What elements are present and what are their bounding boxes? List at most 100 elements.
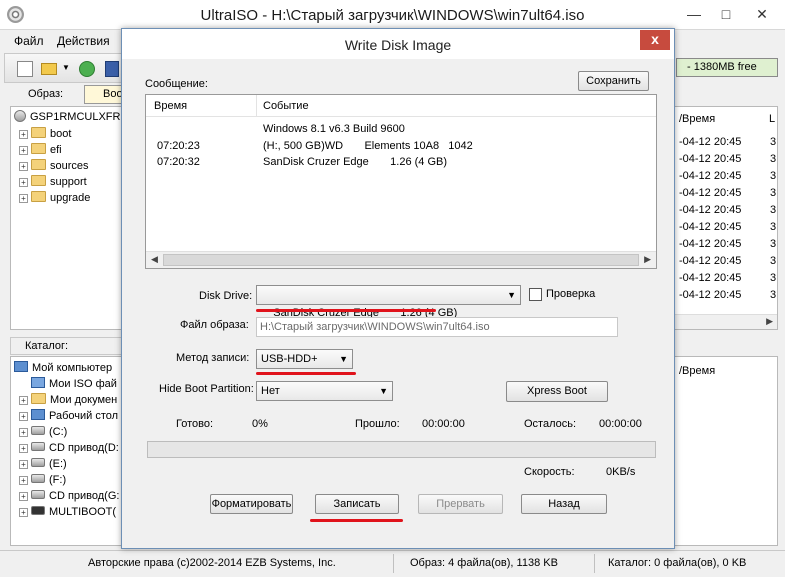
tree-item[interactable]: + boot <box>19 126 71 142</box>
catalog-item[interactable]: Мои ISO фай <box>19 376 117 392</box>
iso-file-list[interactable]: /Время L -04-12 20:45 -04-12 20:45 -04-1… <box>674 106 778 330</box>
file-row-time: -04-12 20:45 <box>679 187 742 199</box>
drive-icon <box>31 474 45 483</box>
save-icon[interactable] <box>105 61 119 77</box>
folder-icon <box>31 191 46 202</box>
tree-item[interactable]: + upgrade <box>19 190 90 206</box>
scroll-thumb[interactable] <box>163 254 639 266</box>
tree-item[interactable]: + sources <box>19 158 89 174</box>
folder-icon <box>31 159 46 170</box>
image-row: Образ: Boo <box>10 84 124 106</box>
image-file-field[interactable]: H:\Старый загрузчик\WINDOWS\win7ult64.is… <box>256 317 618 337</box>
verify-checkbox[interactable] <box>529 288 542 301</box>
expand-icon[interactable]: + <box>19 194 28 203</box>
maximize-icon[interactable]: □ <box>712 4 740 24</box>
dialog-close-button[interactable]: x <box>640 30 670 50</box>
dropdown-arrow-icon[interactable]: ▼ <box>62 63 70 72</box>
file-row-extra: 3 <box>770 204 777 216</box>
file-row-extra: 3 <box>770 153 777 165</box>
hide-boot-partition-select[interactable]: Нет ▼ <box>256 381 393 401</box>
catalog-item[interactable]: + CD привод(D: <box>19 440 119 456</box>
catalog-item[interactable]: + (F:) <box>19 472 66 488</box>
catalog-item[interactable]: + (E:) <box>19 456 67 472</box>
expand-icon[interactable]: + <box>19 412 28 421</box>
tree-item[interactable]: + efi <box>19 142 62 158</box>
save-log-button[interactable]: Сохранить <box>578 71 649 91</box>
expand-icon[interactable]: + <box>19 460 28 469</box>
write-button[interactable]: Записать <box>315 494 399 514</box>
scroll-right-icon[interactable]: ▶ <box>766 316 773 327</box>
catalog-item[interactable]: + CD привод(G: <box>19 488 119 504</box>
expand-icon[interactable]: + <box>19 130 28 139</box>
file-row-extra: 3 <box>770 221 777 233</box>
highlight-underline <box>256 309 436 312</box>
file-row-extra: 3 <box>770 272 777 284</box>
column-header-time[interactable]: /Время <box>679 111 715 128</box>
menu-actions[interactable]: Действия <box>57 34 110 48</box>
close-icon[interactable]: ✕ <box>748 4 776 24</box>
expand-icon[interactable]: + <box>19 444 28 453</box>
catalog-file-list[interactable]: /Время <box>674 356 778 546</box>
list-hscrollbar[interactable]: ▶ <box>675 314 777 329</box>
message-log[interactable]: Время Событие Windows 8.1 v6.3 Build 960… <box>145 94 657 269</box>
file-row-time: -04-12 20:45 <box>679 289 742 301</box>
column-header-time[interactable]: /Время <box>679 363 715 380</box>
expand-icon[interactable]: + <box>19 492 28 501</box>
catalog-item[interactable]: + Рабочий стол <box>19 408 118 424</box>
verify-label: Проверка <box>546 288 596 300</box>
expand-icon[interactable]: + <box>19 146 28 155</box>
catalog-item[interactable]: Мой компьютер <box>14 360 112 376</box>
documents-folder-icon <box>31 393 46 404</box>
file-row-time: -04-12 20:45 <box>679 255 742 267</box>
write-disk-image-dialog: Write Disk Image x Сообщение: Сохранить … <box>121 28 675 549</box>
extract-icon[interactable] <box>79 61 95 77</box>
remaining-label: Осталось: <box>524 418 577 430</box>
file-row-extra: 3 <box>770 136 777 148</box>
iso-folder-icon <box>31 377 45 388</box>
expand-icon[interactable]: + <box>19 162 28 171</box>
minimize-icon[interactable]: — <box>680 4 708 24</box>
expand-icon[interactable]: + <box>19 396 28 405</box>
column-header-extra[interactable]: L <box>769 111 775 128</box>
dialog-titlebar: Write Disk Image x <box>122 29 674 59</box>
write-method-label: Метод записи: <box>176 352 250 364</box>
format-button[interactable]: Форматировать <box>210 494 293 514</box>
tree-item[interactable]: + support <box>19 174 87 190</box>
back-button[interactable]: Назад <box>521 494 607 514</box>
expand-icon[interactable]: + <box>19 178 28 187</box>
new-file-icon[interactable] <box>17 61 33 77</box>
catalog-item[interactable]: + Мои докумен <box>19 392 117 408</box>
expand-icon[interactable]: + <box>19 428 28 437</box>
folder-icon <box>31 175 46 186</box>
abort-button[interactable]: Прервать <box>418 494 503 514</box>
drive-icon <box>31 426 45 435</box>
tree-root[interactable]: GSP1RMCULXFR <box>14 109 120 125</box>
status-image: Образ: 4 файла(ов), 1138 KB <box>410 557 558 569</box>
iso-tree-pane[interactable]: GSP1RMCULXFR + boot + efi + sources + suppor… <box>10 106 122 330</box>
write-method-select[interactable]: USB-HDD+ ▼ <box>256 349 353 369</box>
main-window-titlebar: UltraISO - H:\Старый загрузчик\WINDOWS\w… <box>0 0 785 30</box>
file-row-time: -04-12 20:45 <box>679 272 742 284</box>
xpress-boot-button[interactable]: Xpress Boot <box>506 381 608 402</box>
menu-file[interactable]: Файл <box>14 34 44 48</box>
scroll-left-icon[interactable]: ◀ <box>151 254 158 265</box>
cd-drive-icon <box>31 490 45 499</box>
desktop-icon <box>31 409 45 420</box>
log-column-time[interactable]: Время <box>154 100 187 112</box>
expand-icon[interactable]: + <box>19 508 28 517</box>
disk-drive-select[interactable]: SanDisk Cruzer Edge 1.26 (4 GB) ▼ <box>256 285 521 319</box>
log-row-event: (H:, 500 GB)WD Elements 10A8 1042 <box>263 140 473 152</box>
open-folder-icon[interactable] <box>41 63 57 75</box>
chevron-down-icon: ▼ <box>507 290 516 300</box>
highlight-underline <box>256 372 356 375</box>
log-column-event[interactable]: Событие <box>263 100 309 112</box>
catalog-tree-pane[interactable]: Мой компьютер Мои ISO фай + Мои докумен +… <box>10 356 122 546</box>
catalog-item[interactable]: + MULTIBOOT( <box>19 504 116 520</box>
log-hscrollbar[interactable]: ◀ ▶ <box>146 251 656 268</box>
image-name-field[interactable]: Boo <box>84 85 124 104</box>
file-row-time: -04-12 20:45 <box>679 170 742 182</box>
status-catalog: Каталог: 0 файла(ов), 0 KB <box>608 557 747 569</box>
expand-icon[interactable]: + <box>19 476 28 485</box>
scroll-right-icon[interactable]: ▶ <box>644 254 651 265</box>
catalog-item[interactable]: + (C:) <box>19 424 67 440</box>
